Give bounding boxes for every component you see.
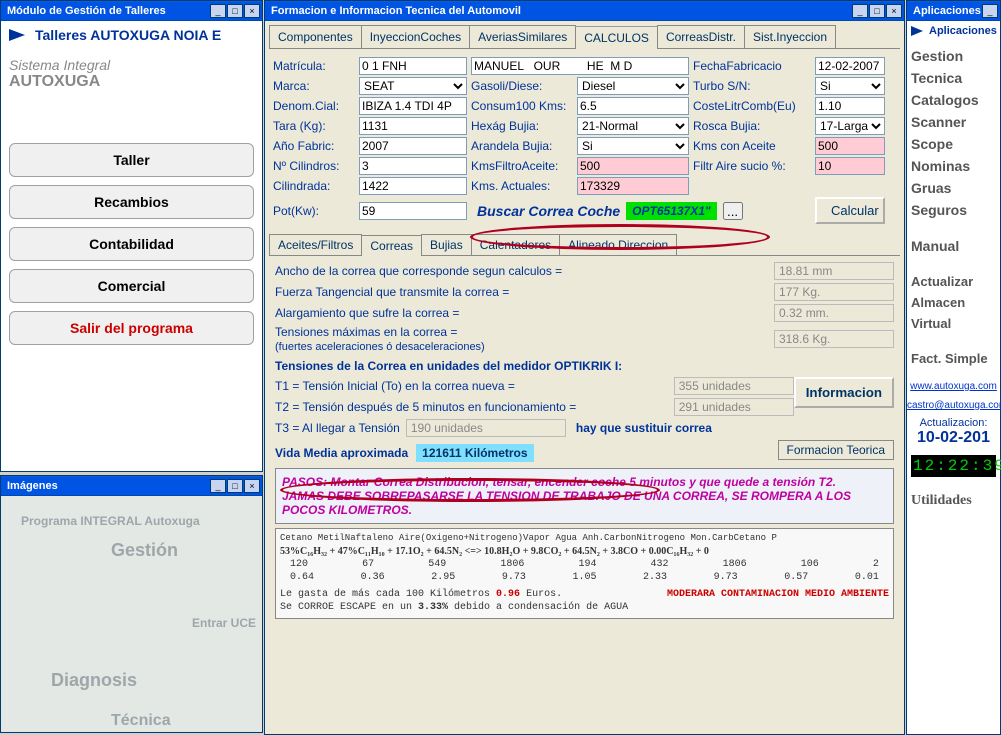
rmenu-factsimple[interactable]: Fact. Simple [911, 348, 996, 369]
close-icon[interactable]: × [886, 4, 902, 18]
buscar-correa-label: Buscar Correa Coche [471, 201, 626, 221]
correa-code: OPT65137X1" [626, 202, 716, 220]
rmenu-gestion[interactable]: Gestion [911, 45, 996, 67]
arrow-right-icon [9, 29, 25, 41]
subtab-calentadores[interactable]: Calentadores [471, 234, 560, 255]
vehicle-form: Matrícula: FechaFabricacio Marca: SEAT G… [269, 49, 900, 228]
fecha-input[interactable] [815, 57, 885, 75]
kmfiltro-input[interactable] [577, 157, 689, 175]
right-titlebar: Aplicaciones _ [907, 1, 1000, 21]
hexag-select[interactable]: 21-Normal [577, 117, 689, 135]
left-panel: Módulo de Gestión de Talleres _ □ × Tall… [0, 0, 263, 472]
right-title: Aplicaciones [913, 5, 982, 17]
tab-inyeccion[interactable]: InyeccionCoches [361, 25, 470, 48]
left-titlebar: Módulo de Gestión de Talleres _ □ × [1, 1, 262, 21]
maximize-icon[interactable]: □ [227, 4, 243, 18]
menu-taller[interactable]: Taller [9, 143, 254, 177]
menu-comercial[interactable]: Comercial [9, 269, 254, 303]
filtaire-input[interactable] [815, 157, 885, 175]
left-header: Talleres AUTOXUGA NOIA E [1, 21, 262, 49]
ano-input[interactable] [359, 137, 467, 155]
rmenu-gruas[interactable]: Gruas [911, 177, 996, 199]
center-panel: Formacion e Informacion Tecnica del Auto… [264, 0, 905, 735]
combustible-select[interactable]: Diesel [577, 77, 689, 95]
menu-salir[interactable]: Salir del programa [9, 311, 254, 345]
maximize-icon[interactable]: □ [869, 4, 885, 18]
consumo-input[interactable] [577, 97, 689, 115]
rmenu-utilidades[interactable]: Utilidades [907, 485, 1000, 517]
pasos-instructions: PASOS: Montar Correa Distribucion, tensa… [275, 468, 894, 524]
right-panel: Aplicaciones _ Aplicaciones Gestion Tecn… [906, 0, 1001, 735]
rmenu-nominas[interactable]: Nominas [911, 155, 996, 177]
rmenu-scope[interactable]: Scope [911, 133, 996, 155]
tab-componentes[interactable]: Componentes [269, 25, 362, 48]
rmenu-tecnica[interactable]: Tecnica [911, 67, 996, 89]
calcular-button[interactable]: Calcular [815, 197, 885, 224]
minimize-icon[interactable]: _ [982, 4, 998, 18]
close-icon[interactable]: × [244, 4, 260, 18]
sub-tabs: Aceites/Filtros Correas Bujias Calentado… [269, 234, 900, 256]
kmaceite-input[interactable] [815, 137, 885, 155]
coste-input[interactable] [815, 97, 885, 115]
tab-correas[interactable]: CorreasDistr. [657, 25, 745, 48]
rmenu-actualizar[interactable]: Actualizar [911, 271, 996, 292]
center-title: Formacion e Informacion Tecnica del Auto… [271, 5, 852, 17]
subtab-bujias[interactable]: Bujias [421, 234, 472, 255]
minimize-icon[interactable]: _ [210, 479, 226, 493]
calc-results: Ancho de la correa que corresponde segun… [269, 256, 900, 625]
arandela-select[interactable]: Si [577, 137, 689, 155]
marca-select[interactable]: SEAT [359, 77, 467, 95]
left-title: Módulo de Gestión de Talleres [7, 5, 210, 17]
link-web[interactable]: www.autoxuga.com [907, 381, 1000, 392]
subtab-aceites[interactable]: Aceites/Filtros [269, 234, 362, 255]
owner-input[interactable] [471, 57, 689, 75]
rmenu-manual[interactable]: Manual [911, 235, 996, 257]
turbo-select[interactable]: Si [815, 77, 885, 95]
denom-input[interactable] [359, 97, 467, 115]
link-email[interactable]: castro@autoxuga.com [907, 400, 1000, 411]
rmenu-almacen[interactable]: Almacen [911, 292, 996, 313]
subtab-correas[interactable]: Correas [361, 235, 422, 256]
brand-area: Sistema Integral AUTOXUGA [1, 49, 262, 139]
minimize-icon[interactable]: _ [852, 4, 868, 18]
rmenu-virtual[interactable]: Virtual [911, 313, 996, 334]
menu-recambios[interactable]: Recambios [9, 185, 254, 219]
subtab-alineado[interactable]: Alineado Direccion [559, 234, 677, 255]
close-icon[interactable]: × [244, 479, 260, 493]
rosca-select[interactable]: 17-Larga [815, 117, 885, 135]
cilindrada-input[interactable] [359, 177, 467, 195]
tab-averias[interactable]: AveriasSimilares [469, 25, 576, 48]
images-panel: Imágenes _ □ × Programa INTEGRAL Autoxug… [0, 475, 263, 733]
images-titlebar: Imágenes _ □ × [1, 476, 262, 496]
vida-media-value: 121611 Kilómetros [416, 444, 533, 462]
formacion-teorica-button[interactable]: Formacion Teorica [778, 440, 894, 460]
actualizacion-date: 10-02-201 [907, 429, 1000, 447]
tara-input[interactable] [359, 117, 467, 135]
matricula-input[interactable] [359, 57, 467, 75]
right-header: Aplicaciones [907, 21, 1000, 41]
center-titlebar: Formacion e Informacion Tecnica del Auto… [265, 1, 904, 21]
potencia-input[interactable] [359, 202, 467, 220]
cilindros-input[interactable] [359, 157, 467, 175]
chemistry-panel: Cetano MetilNaftaleno Aire(Oxigeno+Nitro… [275, 528, 894, 619]
images-title: Imágenes [7, 480, 210, 492]
clock-display: 12:22:39 [911, 455, 996, 477]
informacion-button[interactable]: Informacion [794, 377, 894, 408]
kmactuales-input[interactable] [577, 177, 689, 195]
rmenu-scanner[interactable]: Scanner [911, 111, 996, 133]
browse-button[interactable]: ... [723, 202, 743, 220]
tab-sistinyec[interactable]: Sist.Inyeccion [744, 25, 836, 48]
main-tabs: Componentes InyeccionCoches AveriasSimil… [269, 25, 900, 49]
rmenu-catalogos[interactable]: Catalogos [911, 89, 996, 111]
menu-contabilidad[interactable]: Contabilidad [9, 227, 254, 261]
minimize-icon[interactable]: _ [210, 4, 226, 18]
tab-calculos[interactable]: CALCULOS [575, 26, 658, 49]
rmenu-seguros[interactable]: Seguros [911, 199, 996, 221]
maximize-icon[interactable]: □ [227, 479, 243, 493]
arrow-right-icon [911, 26, 923, 36]
images-body: Programa INTEGRAL Autoxuga Gestión Diagn… [1, 496, 262, 732]
